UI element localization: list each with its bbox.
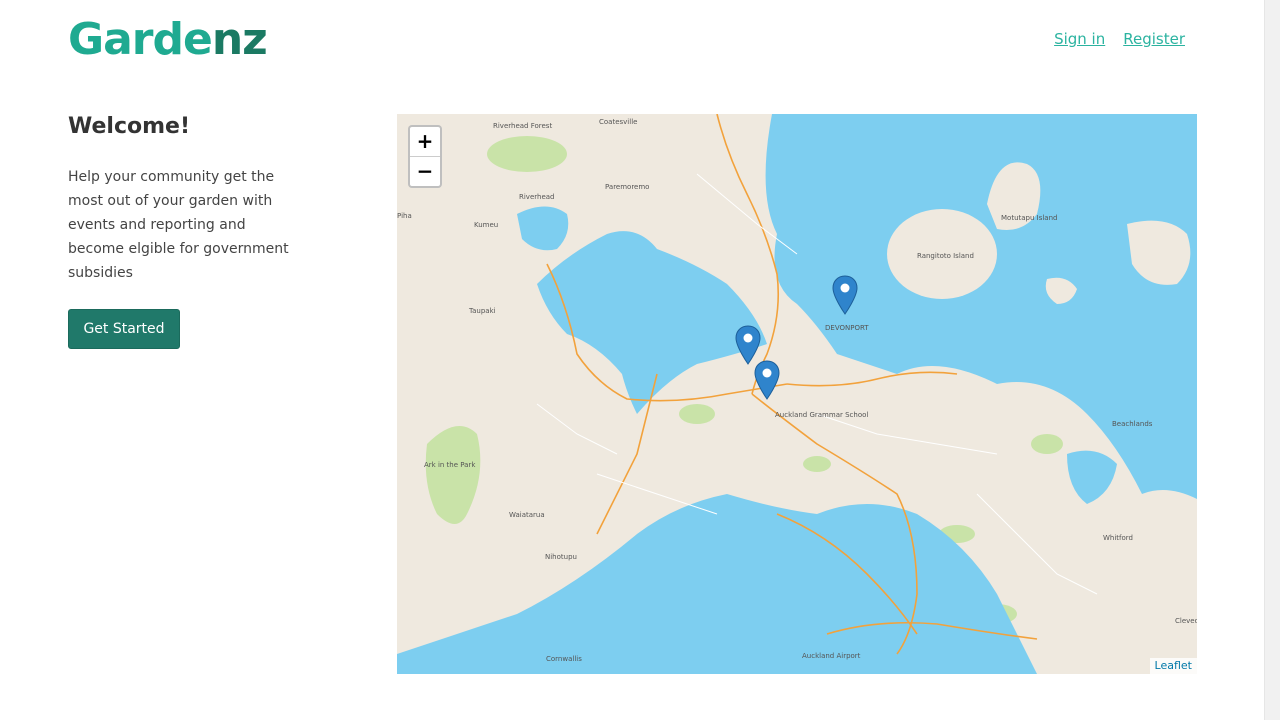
zoom-in-button[interactable]: + — [410, 127, 440, 157]
place-label: DEVONPORT — [825, 324, 869, 332]
place-label: Riverhead Forest — [493, 122, 553, 130]
place-label: Riverhead — [519, 193, 555, 201]
place-label: Paremoremo — [605, 183, 650, 191]
top-nav: Sign in Register — [1054, 30, 1185, 48]
welcome-heading: Welcome! — [68, 114, 190, 139]
logo-part-2: nz — [211, 14, 268, 65]
map-view[interactable]: Riverhead Forest Coatesville Riverhead P… — [397, 114, 1197, 674]
logo-part-1: Garde — [68, 14, 213, 65]
place-label: Taupaki — [469, 307, 496, 315]
place-label: Cornwallis — [546, 655, 582, 663]
map-attribution: Leaflet — [1149, 658, 1197, 674]
signin-link[interactable]: Sign in — [1054, 30, 1105, 48]
map-pin-icon[interactable] — [754, 360, 780, 400]
map-tiles[interactable] — [397, 114, 1197, 674]
place-label: Cleved — [1175, 617, 1197, 625]
place-label: Auckland Airport — [802, 652, 861, 660]
map-pin-icon[interactable] — [832, 275, 858, 315]
zoom-out-button[interactable]: − — [410, 157, 440, 186]
get-started-button[interactable]: Get Started — [68, 309, 180, 349]
place-label: Kumeu — [474, 221, 499, 229]
map-pin-icon[interactable] — [735, 325, 761, 365]
place-label: Rangitoto Island — [917, 252, 974, 260]
register-link[interactable]: Register — [1123, 30, 1185, 48]
place-label: Motutapu Island — [1001, 214, 1058, 222]
place-label: Piha — [397, 212, 412, 220]
welcome-description: Help your community get the most out of … — [68, 169, 289, 281]
place-label: Auckland Grammar School — [775, 411, 869, 419]
place-label: Beachlands — [1112, 420, 1153, 428]
place-label: Whitford — [1103, 534, 1133, 542]
place-label: Waiatarua — [509, 511, 545, 519]
place-label: Ark in the Park — [424, 461, 476, 469]
place-label: Nihotupu — [545, 553, 577, 561]
zoom-control: + − — [408, 125, 442, 188]
site-logo[interactable]: Gardenz — [68, 12, 268, 68]
place-label: Coatesville — [599, 118, 638, 126]
leaflet-link[interactable]: Leaflet — [1155, 659, 1192, 672]
page-scrollbar[interactable] — [1264, 0, 1280, 720]
